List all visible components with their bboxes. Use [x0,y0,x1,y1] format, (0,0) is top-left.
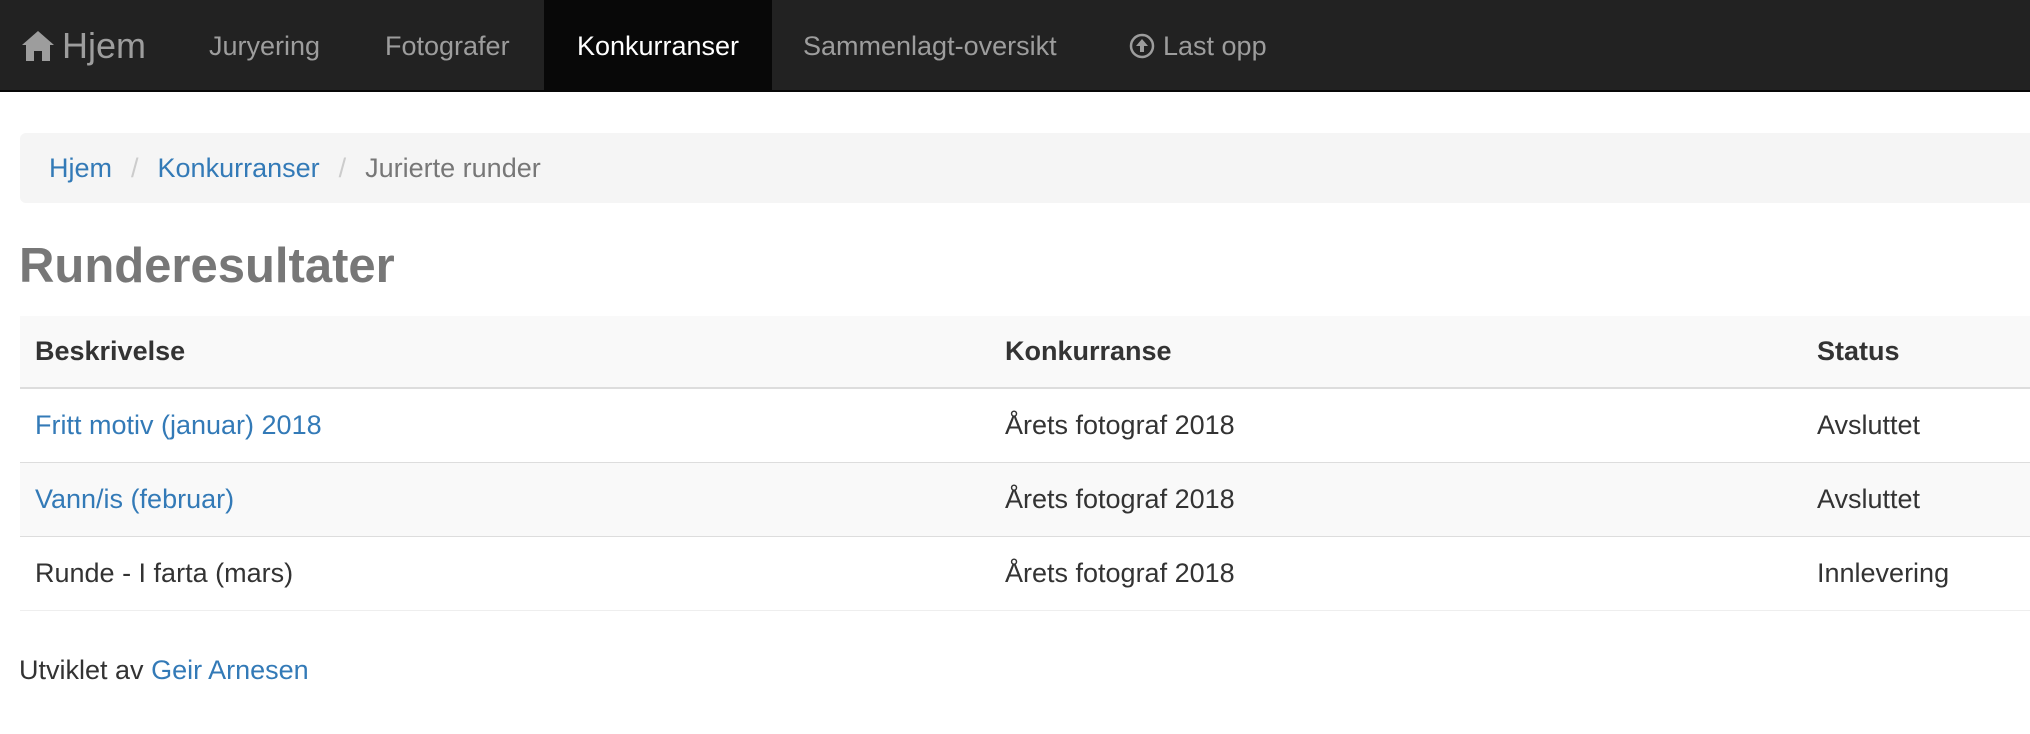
nav-item-konkurranser[interactable]: Konkurranser [544,0,772,92]
cell-competition: Årets fotograf 2018 [990,388,1802,463]
nav-item-label: Last opp [1163,30,1267,61]
cell-description: Vann/is (februar) [20,462,990,537]
round-link[interactable]: Vann/is (februar) [35,484,234,514]
cell-description: Fritt motiv (januar) 2018 [20,388,990,463]
brand-link-home[interactable]: Hjem [20,0,146,92]
nav-item-label: Sammenlagt-oversikt [803,30,1057,61]
breadcrumb: Hjem / Konkurranser / Jurierte runder [20,133,2030,203]
breadcrumb-current: Jurierte runder [365,152,541,183]
nav-item-fotografer[interactable]: Fotografer [385,0,510,92]
round-link[interactable]: Fritt motiv (januar) 2018 [35,410,322,440]
footer: Utviklet av Geir Arnesen [19,655,309,686]
nav-item-label: Juryering [209,30,321,61]
nav-item-last-opp[interactable]: Last opp [1129,0,1267,92]
cell-competition: Årets fotograf 2018 [990,462,1802,537]
nav-item-label: Fotografer [385,30,510,61]
nav-item-sammenlagt-oversikt[interactable]: Sammenlagt-oversikt [803,0,1057,92]
breadcrumb-link-konkurranser[interactable]: Konkurranser [158,153,320,184]
column-header-konkurranse: Konkurranse [990,316,1802,389]
cell-description: Runde - I farta (mars) [20,536,990,611]
cell-status: Avsluttet [1802,462,2030,537]
table-row: Fritt motiv (januar) 2018 Årets fotograf… [20,388,2030,463]
nav-item-label: Konkurranser [576,30,740,61]
column-header-beskrivelse: Beskrivelse [20,316,990,389]
author-link[interactable]: Geir Arnesen [151,655,309,685]
breadcrumb-link-hjem[interactable]: Hjem [49,153,112,184]
page-title: Runderesultater [19,239,395,293]
footer-prefix: Utviklet av [19,655,144,685]
table-header-row: Beskrivelse Konkurranse Status [20,316,2030,389]
table-row: Vann/is (februar) Årets fotograf 2018 Av… [20,462,2030,537]
column-header-status: Status [1802,316,2030,389]
nav-item-juryering[interactable]: Juryering [209,0,320,92]
brand-label: Hjem [62,25,147,66]
top-navbar: Hjem Juryering Fotografer Konkurranser S… [0,0,2030,92]
cell-status: Avsluttet [1802,388,2030,463]
results-table: Beskrivelse Konkurranse Status Fritt mot… [20,316,2030,611]
home-icon [22,31,54,61]
breadcrumb-separator: / [338,152,347,183]
table-row: Runde - I farta (mars) Årets fotograf 20… [20,536,2030,611]
upload-circle-icon [1129,33,1155,59]
cell-competition: Årets fotograf 2018 [990,536,1802,611]
cell-status: Innlevering [1802,536,2030,611]
breadcrumb-separator: / [131,152,139,183]
